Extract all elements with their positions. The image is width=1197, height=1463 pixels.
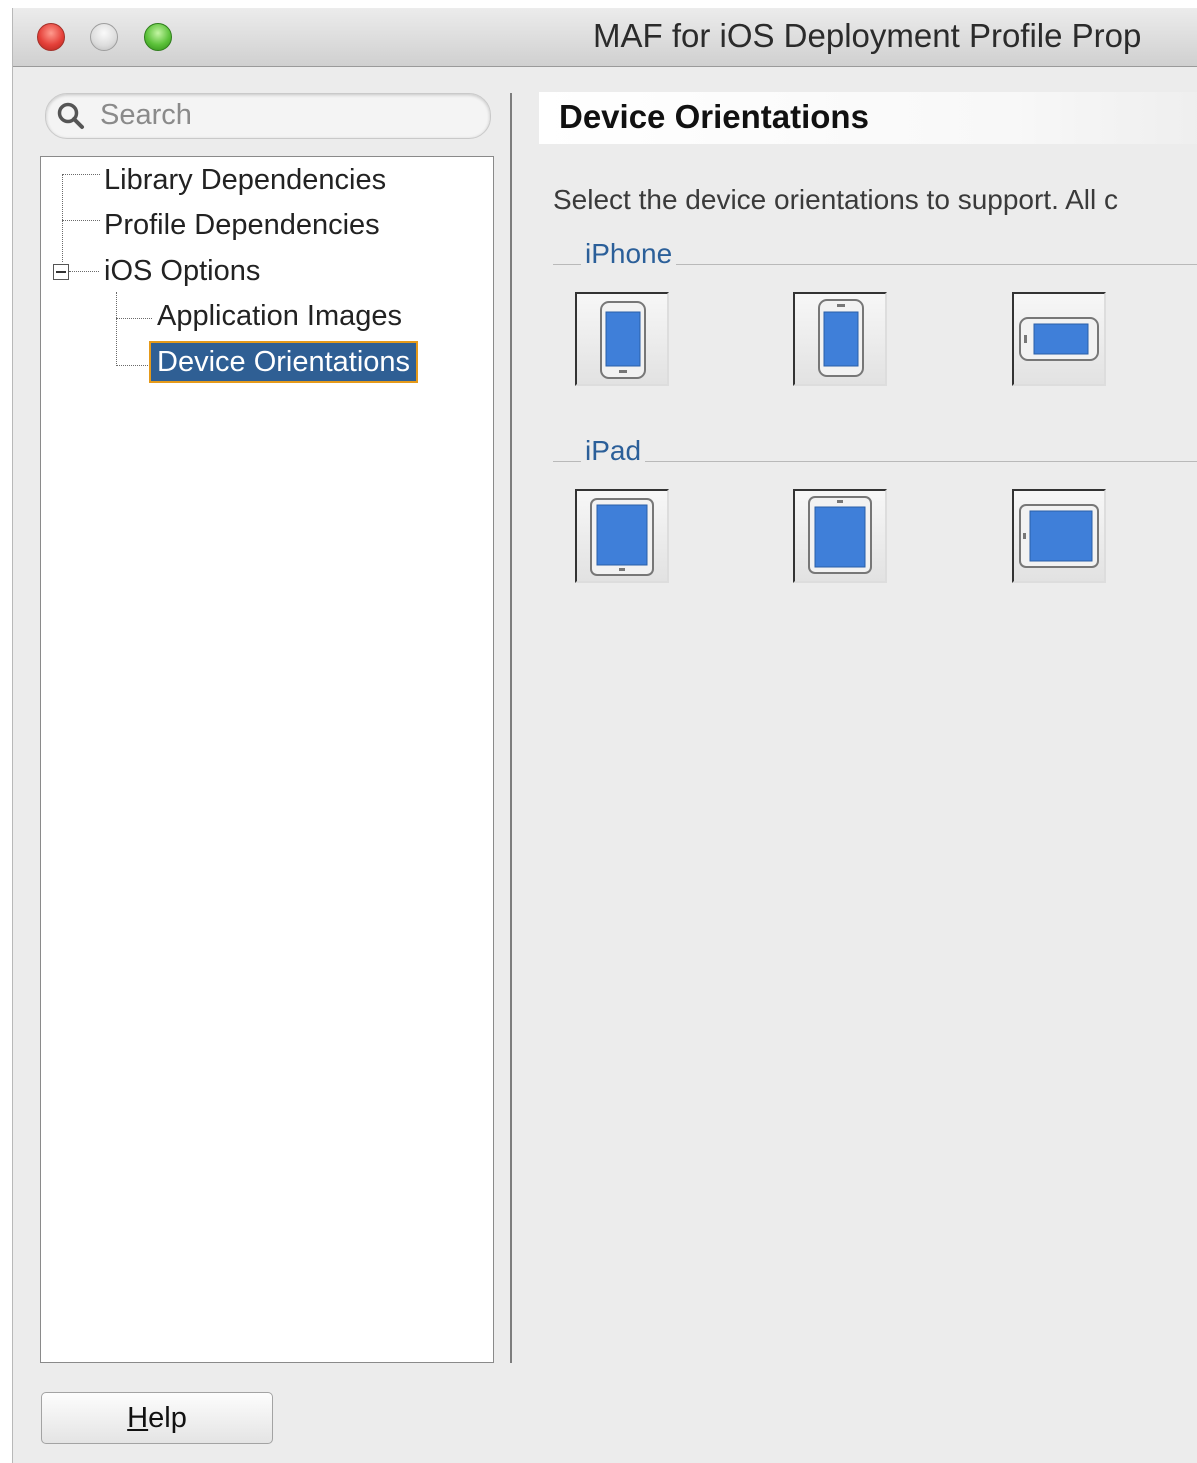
- tree-item-profile-dependencies[interactable]: Profile Dependencies: [104, 206, 380, 244]
- zoom-window-button[interactable]: [144, 23, 172, 51]
- iphone-portrait-upside-down-toggle[interactable]: [793, 292, 887, 386]
- ipad-portrait-icon: [590, 498, 654, 576]
- iphone-portrait-icon: [600, 301, 646, 379]
- iphone-upside-down-icon: [818, 299, 864, 377]
- ipad-group-border: [553, 461, 1197, 462]
- iphone-landscape-icon: [1019, 317, 1099, 361]
- preferences-window: MAF for iOS Deployment Profile Prop Libr…: [12, 8, 1197, 1463]
- tree-item-library-dependencies[interactable]: Library Dependencies: [104, 161, 386, 199]
- tree-item-device-orientations[interactable]: Device Orientations: [148, 341, 419, 383]
- section-header: Device Orientations: [539, 92, 1197, 144]
- description-text: Select the device orientations to suppor…: [553, 184, 1118, 215]
- collapse-toggle-ios-options[interactable]: [53, 264, 69, 280]
- ipad-group-label: iPad: [581, 435, 646, 467]
- tree-item-ios-options[interactable]: iOS Options: [104, 252, 260, 290]
- help-button[interactable]: Help: [41, 1392, 273, 1444]
- navigation-tree[interactable]: Library Dependencies Profile Dependencie…: [40, 156, 494, 1363]
- search-icon: [57, 102, 84, 129]
- help-mnemonic: H: [127, 1402, 149, 1434]
- ipad-upside-down-icon: [808, 496, 872, 574]
- ipad-portrait-toggle[interactable]: [575, 489, 669, 583]
- iphone-landscape-toggle[interactable]: [1012, 292, 1106, 386]
- iphone-portrait-toggle[interactable]: [575, 292, 669, 386]
- split-pane-divider[interactable]: [510, 93, 512, 1363]
- section-title: Device Orientations: [559, 98, 869, 135]
- help-label-rest: elp: [148, 1402, 187, 1434]
- iphone-group-label: iPhone: [581, 238, 677, 270]
- search-input[interactable]: [100, 98, 470, 132]
- close-window-button[interactable]: [37, 23, 65, 51]
- window-title: MAF for iOS Deployment Profile Prop: [593, 17, 1142, 54]
- ipad-landscape-toggle[interactable]: [1012, 489, 1106, 583]
- tree-item-application-images[interactable]: Application Images: [157, 297, 402, 335]
- search-field[interactable]: [45, 93, 491, 139]
- ipad-portrait-upside-down-toggle[interactable]: [793, 489, 887, 583]
- title-bar[interactable]: MAF for iOS Deployment Profile Prop: [13, 8, 1197, 67]
- ipad-landscape-icon: [1019, 504, 1099, 568]
- minimize-window-button[interactable]: [90, 23, 118, 51]
